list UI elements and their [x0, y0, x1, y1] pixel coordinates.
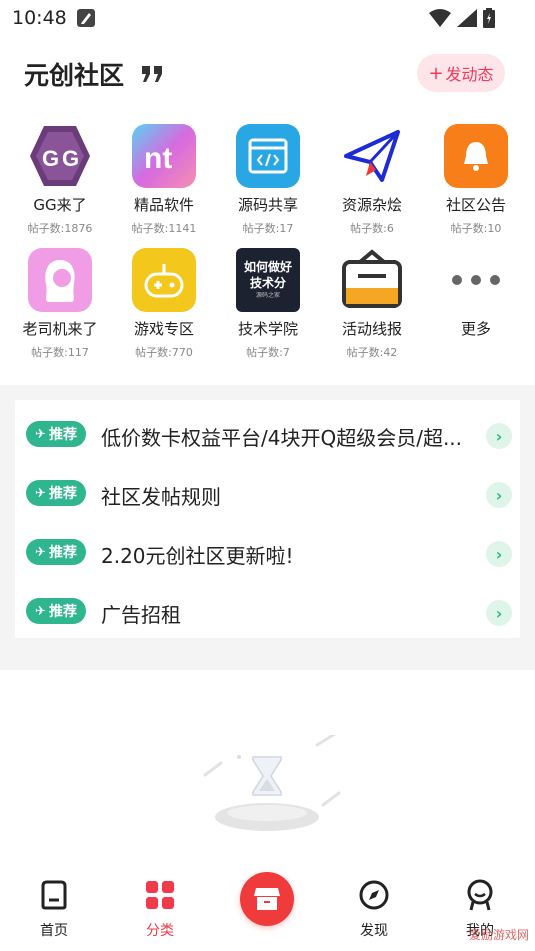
category-announcement[interactable]: 社区公告 帖子数:10 — [424, 124, 528, 236]
home-icon — [41, 880, 67, 910]
tag-label: 推荐 — [48, 604, 77, 620]
category-source-code[interactable]: 源码共享 帖子数:17 — [216, 124, 320, 236]
status-time: 10:48 — [12, 7, 67, 29]
category-count: 帖子数:10 — [450, 222, 502, 235]
post-status-button[interactable]: + 发动态 — [417, 54, 505, 92]
svg-text:nt: nt — [144, 142, 172, 175]
recommend-tag: ✈ 推荐 — [26, 539, 86, 565]
tag-label: 推荐 — [48, 486, 77, 502]
post-status-label: 发动态 — [445, 65, 494, 84]
notice-text: 2.20元创社区更新啦! — [101, 544, 294, 568]
svg-text:G: G — [42, 146, 59, 171]
code-window-icon — [236, 124, 300, 188]
center-shop-button[interactable] — [240, 872, 294, 926]
pin-icon: ✈ — [35, 485, 46, 501]
notice-item[interactable]: ✈ 推荐 广告招租 › — [15, 582, 520, 632]
bottom-navigation: 首页 分类 发现 我的 爱励游戏网 — [0, 868, 535, 951]
category-name: 老司机来了 — [22, 320, 98, 338]
recommend-tag: ✈ 推荐 — [26, 421, 86, 447]
category-name: 精品软件 — [133, 196, 194, 214]
chevron-right-icon[interactable]: › — [486, 600, 512, 626]
tech-board-line2: 技术分 — [249, 276, 286, 290]
notice-item[interactable]: ✈ 推荐 低价数卡权益平台/4块开Q超级会员/超... › — [15, 405, 520, 455]
edit-notification-icon — [77, 9, 95, 27]
recommend-tag: ✈ 推荐 — [26, 598, 86, 624]
category-count: 帖子数:7 — [246, 346, 290, 359]
tech-board-small: 源码之家 — [255, 292, 280, 299]
category-games[interactable]: 游戏专区 帖子数:770 — [112, 248, 216, 360]
wifi-icon — [429, 9, 451, 27]
watermark: 爱励游戏网 — [468, 928, 529, 942]
tech-board-icon: 如何做好 技术分 源码之家 — [236, 248, 300, 312]
signal-icon — [457, 9, 477, 27]
nt-logo-icon: nt — [132, 124, 196, 188]
tech-board-line1: 如何做好 — [243, 260, 292, 274]
chevron-right-icon[interactable]: › — [486, 482, 512, 508]
status-bar: 10:48 — [0, 0, 535, 38]
category-count: 帖子数:770 — [135, 346, 193, 359]
category-grid-icon — [146, 881, 174, 909]
more-dots-icon — [444, 248, 508, 312]
category-name: 社区公告 — [445, 196, 506, 214]
page-title: 元创社区 — [24, 61, 125, 90]
category-software[interactable]: nt 精品软件 帖子数:1141 — [112, 124, 216, 236]
notice-text: 广告招租 — [101, 603, 181, 627]
category-count: 帖子数:42 — [346, 346, 398, 359]
category-name: 活动线报 — [341, 320, 402, 338]
nav-category[interactable]: 分类 — [120, 878, 200, 940]
tag-label: 推荐 — [48, 427, 77, 443]
compass-icon — [359, 880, 389, 910]
category-count: 帖子数:117 — [31, 346, 89, 359]
paper-plane-icon — [340, 124, 404, 188]
category-count: 帖子数:1876 — [27, 222, 93, 235]
pin-icon: ✈ — [35, 603, 46, 619]
nav-home[interactable]: 首页 — [14, 878, 94, 940]
category-resources[interactable]: 资源杂烩 帖子数:6 — [320, 124, 424, 236]
chevron-right-icon[interactable]: › — [486, 423, 512, 449]
svg-text:G: G — [62, 146, 79, 171]
pin-icon: ✈ — [35, 426, 46, 442]
pin-icon: ✈ — [35, 544, 46, 560]
category-name: 源码共享 — [237, 196, 298, 214]
gg-logo-icon: G G — [28, 124, 92, 188]
quote-icon — [142, 66, 162, 82]
nav-category-label: 分类 — [146, 923, 174, 939]
user-face-icon — [467, 879, 493, 911]
category-veteran[interactable]: 老司机来了 帖子数:117 — [8, 248, 112, 360]
category-name: 资源杂烩 — [341, 196, 402, 214]
notice-item[interactable]: ✈ 推荐 社区发帖规则 › — [15, 464, 520, 514]
category-activities[interactable]: 活动线报 帖子数:42 — [320, 248, 424, 360]
tag-label: 推荐 — [48, 545, 77, 561]
category-name: 技术学院 — [237, 320, 298, 338]
hourglass-empty-icon — [203, 735, 341, 831]
plus-icon: + — [428, 62, 444, 84]
ticket-box-icon — [340, 248, 404, 312]
recommend-tag: ✈ 推荐 — [26, 480, 86, 506]
category-gg[interactable]: G G GG来了 帖子数:1876 — [8, 124, 112, 236]
nav-discover[interactable]: 发现 — [334, 878, 414, 940]
category-count: 帖子数:6 — [350, 222, 394, 235]
battery-icon — [483, 8, 495, 28]
notice-list: ✈ 推荐 低价数卡权益平台/4块开Q超级会员/超... › ✈ 推荐 社区发帖规则 … — [15, 400, 520, 638]
notice-item[interactable]: ✈ 推荐 2.20元创社区更新啦! › — [15, 523, 520, 573]
header: 元创社区 + 发动态 — [0, 52, 535, 96]
category-count: 帖子数:1141 — [131, 222, 197, 235]
notice-text: 社区发帖规则 — [101, 485, 221, 509]
category-more[interactable]: 更多 — [424, 248, 528, 339]
category-name: 更多 — [460, 320, 491, 338]
bell-icon — [444, 124, 508, 188]
category-tech[interactable]: 如何做好 技术分 源码之家 技术学院 帖子数:7 — [216, 248, 320, 360]
category-name: 游戏专区 — [133, 320, 194, 338]
chevron-right-icon[interactable]: › — [486, 541, 512, 567]
girl-avatar-icon — [28, 248, 92, 312]
notice-text: 低价数卡权益平台/4块开Q超级会员/超... — [101, 426, 463, 450]
nav-home-label: 首页 — [40, 923, 68, 939]
category-name: GG来了 — [33, 196, 87, 214]
gamepad-icon — [132, 248, 196, 312]
category-count: 帖子数:17 — [242, 222, 294, 235]
store-icon — [254, 888, 280, 910]
nav-discover-label: 发现 — [360, 923, 388, 939]
